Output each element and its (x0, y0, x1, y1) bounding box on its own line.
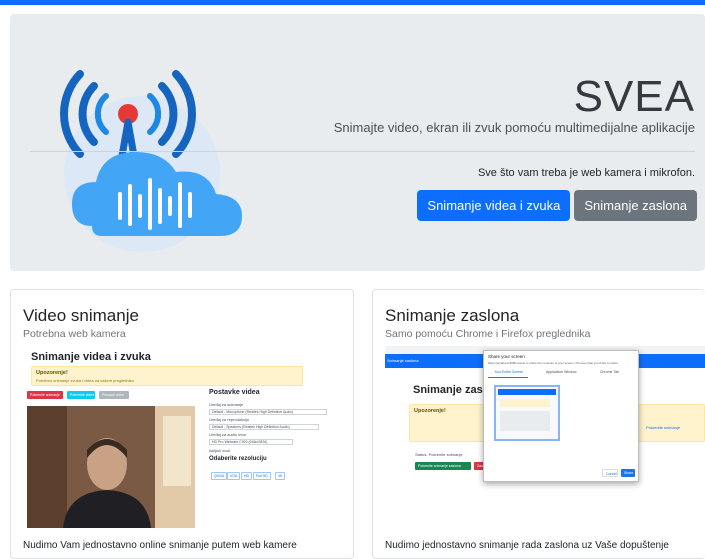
preview-alert-text: Potrebno snimanje zvuka i videa na vašem… (36, 378, 134, 383)
preview-label-audio-source: Uređaj za audio izvor (209, 432, 247, 437)
card-title: Snimanje zaslona (385, 306, 520, 325)
preview-start-screen-button: Pokrenite snimanje zaslona (415, 462, 471, 470)
hero-title: SVEA (573, 72, 695, 121)
preview-status-label: Status: Pokrenite snimanje (415, 452, 463, 457)
thumbnail-navbar (498, 389, 556, 395)
thumbnail-alert (500, 399, 550, 407)
screen-app-preview-image: Snimanje zaslona Snimanje zaslo Upozoren… (385, 346, 705, 531)
preview-mute-checkbox-label: Isključi zvuk (209, 448, 231, 453)
preview-warning-alert: Upozorenje! Potrebno snimanje zvuka i vi… (31, 366, 303, 386)
preview-resolution-qvga: QVGA (211, 472, 228, 480)
card-description: Nudimo Vam jednostavno online snimanje p… (23, 540, 297, 551)
card-subtitle: Potrebna web kamera (23, 328, 126, 340)
preview-heading: Snimanje zaslo (413, 384, 493, 396)
preview-resolution-vga: VGA (227, 472, 241, 480)
preview-nav-item: Snimanje zaslona (387, 358, 419, 363)
video-recording-card[interactable]: Video snimanje Potrebna web kamera Snima… (10, 289, 354, 559)
preview-dialog-tab-indicator (488, 377, 528, 378)
preview-settings-title: Postavke videa (209, 389, 260, 396)
preview-dialog-tab-chrome: Chrome Tab (600, 370, 620, 374)
preview-select-audio-source: HD Pro Webcam C920 (046d:082d) (209, 439, 293, 445)
preview-select-playback-device: Default - Speakers (Realtek High Definit… (209, 424, 319, 430)
hero-jumbotron: SVEA Snimajte video, ekran ili zvuk pomo… (10, 14, 705, 271)
screen-recording-button[interactable]: Snimanje zaslona (574, 190, 697, 221)
hero-divider (30, 151, 695, 152)
preview-share-dialog: Share your screen https://localhost:8080… (483, 350, 639, 482)
card-subtitle: Samo pomoću Chrome i Firefox preglednika (385, 328, 591, 340)
preview-start-recording-button: Pokrenite snimanje (27, 391, 63, 399)
top-accent-bar (0, 0, 705, 5)
webcam-person-image (27, 406, 195, 528)
hero-button-group: Snimanje videa i zvuka Snimanje zaslona (417, 190, 697, 221)
preview-resolution-title: Odaberite rezoluciju (209, 456, 267, 462)
preview-label-recording-device: Uređaj za snimanje (209, 402, 244, 407)
preview-alert-title: Upozorenje! (414, 408, 446, 414)
screen-recording-card[interactable]: Snimanje zaslona Samo pomoću Chrome i Fi… (372, 289, 705, 559)
preview-resolution-hd: HD (241, 472, 253, 480)
hero-lead-text: Snimajte video, ekran ili zvuk pomoću mu… (333, 120, 695, 135)
preview-label-playback-device: Uređaj za reprodukciju (209, 417, 250, 422)
preview-heading: Snimanje videa i zvuka (31, 351, 151, 363)
preview-start-video-button: Pokrenite video (67, 391, 95, 399)
preview-dialog-cancel: Cancel (602, 469, 618, 477)
preview-select-recording-device: Default - Microphone (Realtek High Defin… (209, 409, 327, 415)
hero-requirement-text: Sve što vam treba je web kamera i mikrof… (477, 167, 695, 179)
preview-alert-title: Upozorenje! (36, 370, 68, 376)
preview-dialog-tab-screen: Your Entire Screen (494, 370, 524, 374)
video-audio-recording-button[interactable]: Snimanje videa i zvuka (417, 190, 571, 221)
video-app-preview-image: Snimanje videa i zvuka Upozorenje! Potre… (23, 346, 341, 531)
broadcast-cloud-logo (60, 70, 242, 252)
preview-resolution-4k: 4K (275, 472, 286, 480)
preview-dialog-share: Share (621, 469, 635, 477)
preview-screen-thumbnail (494, 385, 560, 441)
thumbnail-content (500, 411, 550, 431)
card-description: Nudimo jednostavno snimanje rada zaslona… (385, 540, 669, 551)
preview-download-button: Preuzmi video (99, 391, 129, 399)
webcam-preview (27, 406, 195, 528)
preview-dialog-tab-window: Application Window (546, 370, 577, 374)
preview-resolution-full-hd: Full HD (253, 472, 271, 480)
card-title: Video snimanje (23, 306, 139, 325)
preview-dialog-title: Share your screen (488, 354, 525, 359)
preview-alert-link: Pokrenite snimanje (646, 425, 681, 430)
preview-dialog-subtitle: https://localhost:8080 wants to share th… (488, 361, 619, 365)
